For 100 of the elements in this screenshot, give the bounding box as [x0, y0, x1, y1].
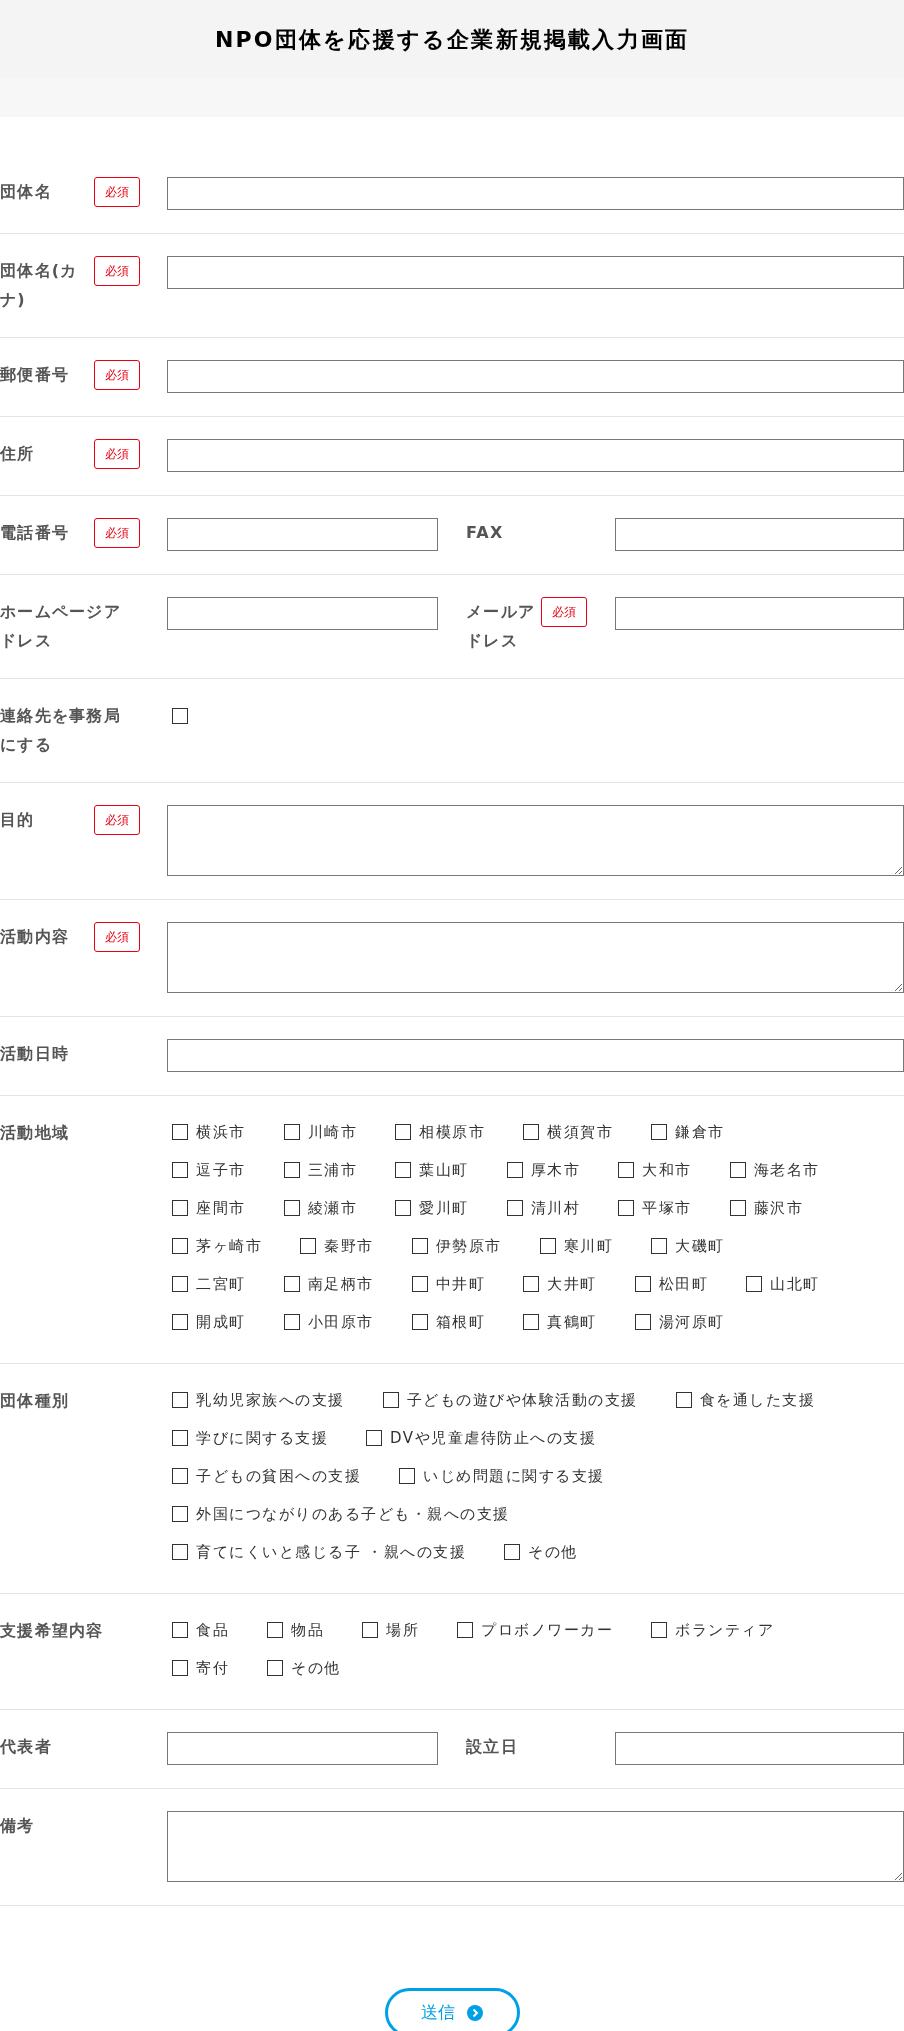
checkbox[interactable]: [283, 1124, 300, 1140]
checkbox[interactable]: [523, 1276, 539, 1292]
text-field[interactable]: [167, 1732, 438, 1765]
required-badge: 必須: [94, 360, 140, 390]
text-field[interactable]: [167, 439, 904, 472]
text-field[interactable]: [167, 256, 904, 289]
text-field[interactable]: [167, 597, 438, 630]
option-label: 育てにくいと感じる子 ・親への支援: [196, 1541, 467, 1563]
checkbox[interactable]: [300, 1238, 316, 1254]
text-area[interactable]: [167, 1811, 904, 1882]
checkbox[interactable]: [283, 1162, 300, 1178]
checkbox[interactable]: [618, 1162, 634, 1178]
checkbox[interactable]: [634, 1276, 651, 1292]
checkbox[interactable]: [362, 1622, 378, 1638]
checkbox[interactable]: [411, 1314, 428, 1330]
option-label: 場所: [386, 1619, 419, 1641]
checkbox[interactable]: [172, 1506, 188, 1522]
field-label: ホームページアドレス: [0, 601, 122, 652]
checkbox[interactable]: [267, 1660, 283, 1676]
checkbox[interactable]: [283, 1314, 300, 1330]
checkbox[interactable]: [506, 1200, 523, 1216]
option-label: 山北町: [770, 1273, 820, 1295]
checkbox[interactable]: [172, 707, 188, 724]
option-label: 藤沢市: [753, 1197, 803, 1219]
checkbox[interactable]: [729, 1200, 746, 1216]
checkbox[interactable]: [539, 1238, 556, 1254]
field-label: 活動地域: [0, 1122, 71, 1144]
checkbox[interactable]: [172, 1544, 188, 1560]
option-label: 三浦市: [307, 1159, 357, 1181]
checkbox[interactable]: [395, 1162, 411, 1178]
field-label: 代表者: [0, 1736, 53, 1758]
field-label: 活動日時: [0, 1043, 71, 1065]
option-label: 外国につながりのある子ども・親への支援: [196, 1503, 510, 1525]
checkbox[interactable]: [618, 1200, 634, 1216]
text-field[interactable]: [615, 518, 904, 551]
option-label: 大和市: [642, 1159, 692, 1181]
checkbox[interactable]: [172, 1124, 188, 1140]
option-label: 開成町: [196, 1311, 246, 1333]
checkbox[interactable]: [675, 1392, 692, 1408]
text-area[interactable]: [167, 922, 904, 993]
option-label: 清川村: [530, 1197, 580, 1219]
checkbox[interactable]: [172, 1162, 188, 1178]
checkbox[interactable]: [172, 1392, 188, 1408]
checkbox[interactable]: [172, 1276, 188, 1292]
checkbox[interactable]: [366, 1430, 382, 1446]
option-label: 逗子市: [196, 1159, 246, 1181]
option-label: 二宮町: [196, 1273, 246, 1295]
checkbox[interactable]: [506, 1162, 523, 1178]
checkbox[interactable]: [504, 1544, 521, 1560]
text-field[interactable]: [167, 177, 904, 210]
checkbox[interactable]: [172, 1314, 188, 1330]
required-badge: 必須: [541, 597, 587, 627]
checkbox[interactable]: [172, 1430, 188, 1446]
checkbox[interactable]: [634, 1314, 651, 1330]
checkbox[interactable]: [651, 1622, 667, 1638]
checkbox[interactable]: [172, 1468, 188, 1484]
page-title: NPO団体を応援する企業新規掲載入力画面: [214, 25, 690, 54]
checkbox[interactable]: [283, 1200, 300, 1216]
option-label: 愛川町: [419, 1197, 469, 1219]
option-label: 平塚市: [642, 1197, 692, 1219]
required-badge: 必須: [94, 256, 140, 286]
field-label: 団体種別: [0, 1390, 71, 1412]
checkbox[interactable]: [523, 1124, 539, 1140]
option-label: いじめ問題に関する支援: [423, 1465, 605, 1487]
required-badge: 必須: [94, 805, 140, 835]
text-field[interactable]: [167, 518, 438, 551]
checkbox[interactable]: [651, 1238, 667, 1254]
checkbox[interactable]: [382, 1392, 399, 1408]
checkbox[interactable]: [172, 1238, 188, 1254]
checkbox[interactable]: [395, 1200, 411, 1216]
checkbox[interactable]: [411, 1238, 428, 1254]
submit-button[interactable]: 送信: [384, 1988, 520, 2031]
checkbox[interactable]: [283, 1276, 300, 1292]
option-label: 横須賀市: [547, 1121, 613, 1143]
checkbox[interactable]: [457, 1622, 473, 1638]
option-label: 鎌倉市: [675, 1121, 725, 1143]
checkbox[interactable]: [395, 1124, 411, 1140]
checkbox[interactable]: [523, 1314, 539, 1330]
checkbox[interactable]: [172, 1660, 188, 1676]
text-field[interactable]: [615, 597, 904, 630]
checkbox[interactable]: [172, 1622, 188, 1638]
text-field[interactable]: [167, 1039, 904, 1072]
option-label: 伊勢原市: [435, 1235, 502, 1257]
text-area[interactable]: [167, 805, 904, 876]
field-label: 支援希望内容: [0, 1620, 105, 1642]
checkbox[interactable]: [729, 1162, 746, 1178]
checkbox[interactable]: [411, 1276, 428, 1292]
checkbox[interactable]: [267, 1622, 283, 1638]
checkbox[interactable]: [746, 1276, 762, 1292]
text-field[interactable]: [615, 1732, 904, 1765]
option-label: 南足柄市: [307, 1273, 374, 1295]
checkbox[interactable]: [172, 1200, 188, 1216]
checkbox[interactable]: [399, 1468, 415, 1484]
field-label: 電話番号: [0, 522, 71, 544]
checkbox[interactable]: [651, 1124, 667, 1140]
required-badge: 必須: [94, 439, 140, 469]
option-label: 小田原市: [307, 1311, 374, 1333]
text-field[interactable]: [167, 360, 904, 393]
option-label: 大井町: [547, 1273, 597, 1295]
field-label: 団体名(カナ): [0, 260, 79, 311]
